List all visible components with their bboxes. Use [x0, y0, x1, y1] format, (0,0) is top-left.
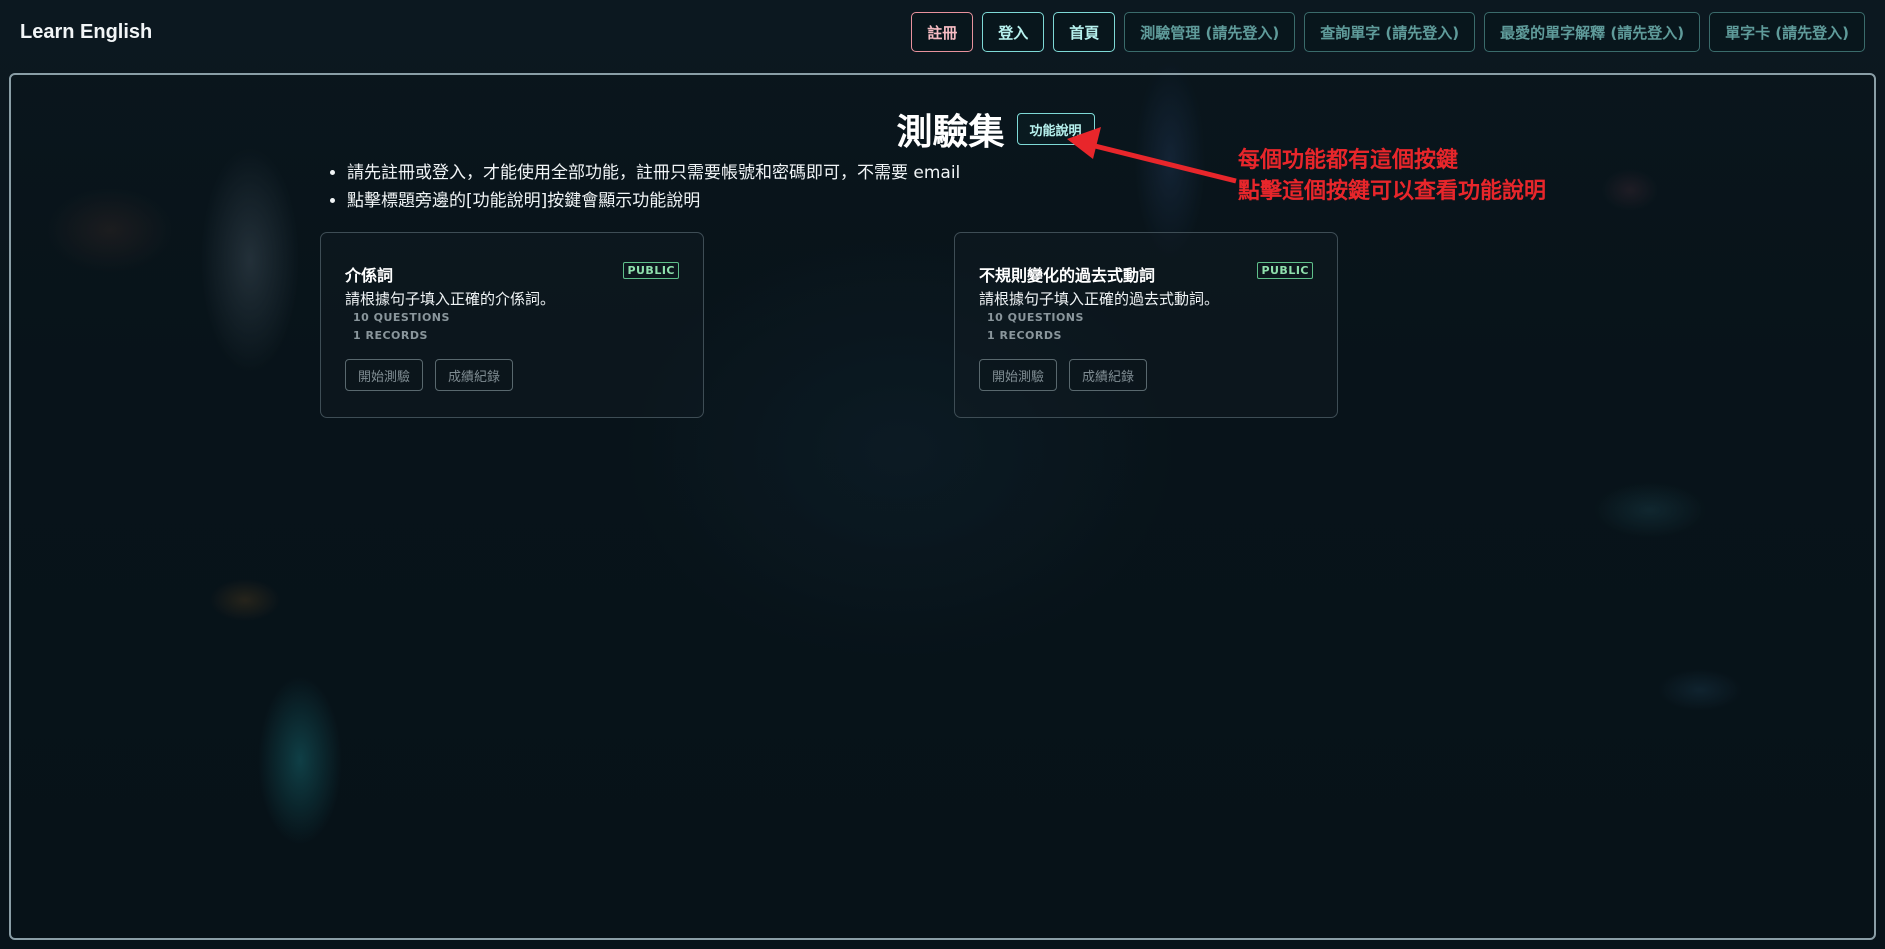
annotation-line-2: 點擊這個按鍵可以查看功能說明	[1238, 179, 1547, 204]
quiz-card-header: 不規則變化的過去式動詞 PUBLIC	[979, 255, 1313, 286]
note-item: 點擊標題旁邊的[功能說明]按鍵會顯示功能說明	[347, 187, 960, 215]
annotation-arrow-icon	[1067, 127, 1237, 184]
favorite-definitions-button[interactable]: 最愛的單字解釋 (請先登入)	[1484, 12, 1701, 52]
home-button[interactable]: 首頁	[1053, 12, 1116, 52]
notes-list: 請先註冊或登入，才能使用全部功能，註冊只需要帳號和密碼即可，不需要 email …	[321, 159, 960, 215]
quiz-title: 介係詞	[345, 266, 394, 285]
quiz-title: 不規則變化的過去式動詞	[979, 266, 1156, 285]
score-records-button[interactable]: 成績紀錄	[1069, 359, 1148, 391]
score-records-button[interactable]: 成績紀錄	[435, 359, 514, 391]
annotation-line-1: 每個功能都有這個按鍵	[1238, 148, 1459, 173]
title-row: 測驗集 功能說明	[11, 103, 1874, 155]
top-navbar: Learn English 註冊 登入 首頁 測驗管理 (請先登入) 查詢單字 …	[0, 0, 1885, 64]
page-title: 測驗集	[896, 112, 1005, 153]
note-item: 請先註冊或登入，才能使用全部功能，註冊只需要帳號和密碼即可，不需要 email	[347, 159, 960, 187]
start-quiz-button[interactable]: 開始測驗	[979, 359, 1058, 391]
quiz-description: 請根據句子填入正確的過去式動詞。	[979, 290, 1220, 308]
nav-bar: 註冊 登入 首頁 測驗管理 (請先登入) 查詢單字 (請先登入) 最愛的單字解釋…	[911, 12, 1865, 52]
quiz-card-actions: 開始測驗 成績紀錄	[979, 359, 1313, 391]
public-badge: PUBLIC	[623, 262, 679, 279]
word-lookup-button[interactable]: 查詢單字 (請先登入)	[1304, 12, 1476, 52]
quiz-card-header: 介係詞 PUBLIC	[345, 255, 679, 286]
quiz-management-button[interactable]: 測驗管理 (請先登入)	[1124, 12, 1296, 52]
question-count: 10 QUESTIONS	[353, 311, 450, 324]
login-button[interactable]: 登入	[982, 12, 1045, 52]
quiz-card-actions: 開始測驗 成績紀錄	[345, 359, 679, 391]
register-button[interactable]: 註冊	[911, 12, 974, 52]
question-count: 10 QUESTIONS	[987, 311, 1084, 324]
quiz-card: 介係詞 PUBLIC 請根據句子填入正確的介係詞。 10 QUESTIONS 1…	[320, 232, 704, 418]
flashcards-button[interactable]: 單字卡 (請先登入)	[1709, 12, 1865, 52]
public-badge: PUBLIC	[1257, 262, 1313, 279]
start-quiz-button[interactable]: 開始測驗	[345, 359, 424, 391]
record-count: 1 RECORDS	[353, 329, 428, 342]
main-panel: 測驗集 功能說明 每個功能都有這個按鍵 點擊這個按鍵可以查看功能說明 請先註冊或…	[9, 73, 1876, 940]
quiz-card: 不規則變化的過去式動詞 PUBLIC 請根據句子填入正確的過去式動詞。 10 Q…	[954, 232, 1338, 418]
quiz-description: 請根據句子填入正確的介係詞。	[345, 290, 556, 308]
annotation-text: 每個功能都有這個按鍵 點擊這個按鍵可以查看功能說明	[1238, 145, 1546, 207]
brand-logo-text[interactable]: Learn English	[20, 21, 152, 44]
record-count: 1 RECORDS	[987, 329, 1062, 342]
